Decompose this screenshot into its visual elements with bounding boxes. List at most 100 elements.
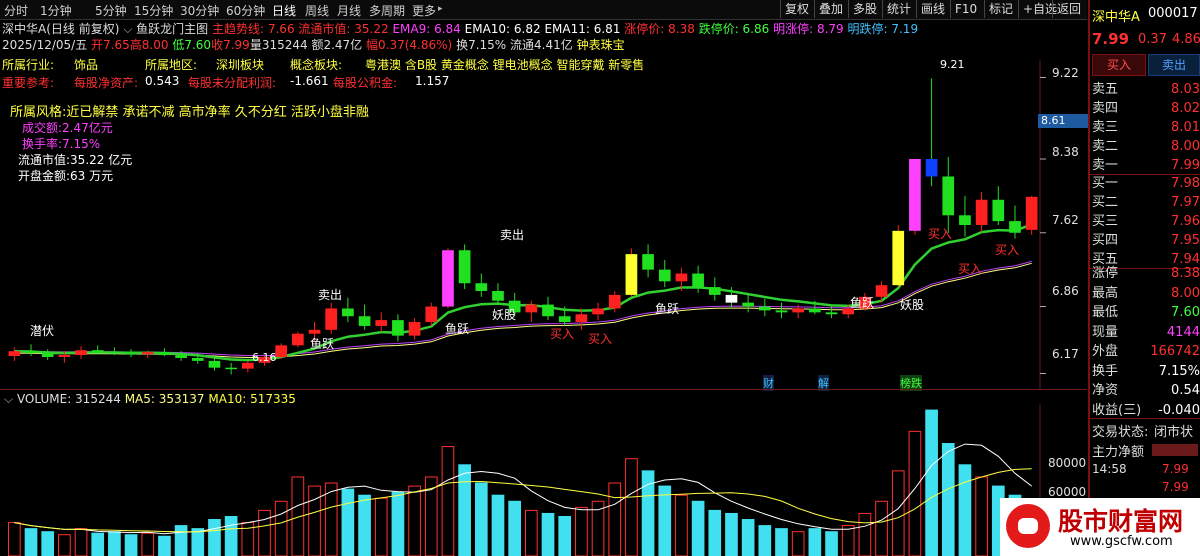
industry-value: 饰品: [74, 58, 99, 72]
ask-row[interactable]: 卖二 8.00: [1092, 137, 1200, 156]
candle-body: [141, 352, 154, 355]
fuquan-button[interactable]: 复权: [780, 0, 813, 18]
ask-row[interactable]: 卖四 8.02: [1092, 99, 1200, 118]
volume-bar: [308, 485, 321, 556]
candle-body: [608, 294, 621, 309]
volume-bar: [391, 491, 405, 556]
candle-body: [408, 322, 421, 336]
tab-15min[interactable]: 15分钟: [134, 2, 173, 19]
candle-body: [825, 312, 838, 315]
volume-bar: [758, 525, 772, 556]
volume-bar: [925, 409, 938, 556]
candle-body: [125, 353, 137, 355]
tab-more[interactable]: 更多: [412, 2, 436, 19]
f10-button[interactable]: F10: [950, 0, 981, 18]
volume-bar: [408, 485, 421, 556]
pane-divider[interactable]: [0, 389, 1087, 390]
ask-row[interactable]: 卖三 8.01: [1092, 118, 1200, 137]
volume-axis-label: 60000: [1048, 485, 1087, 499]
price-axis-label: 6.17: [1052, 347, 1079, 361]
stock-period-label: 深中华A(日线 前复权): [2, 22, 120, 36]
indicator-value: 7.66: [264, 22, 295, 36]
candle-body: [642, 254, 654, 270]
more-arrow-icon[interactable]: ▸: [438, 4, 443, 14]
bid-row[interactable]: 买四 7.95: [1092, 231, 1200, 250]
book-price: 7.96: [1171, 214, 1200, 229]
qianfu-label: 潜伏: [30, 324, 55, 338]
candle-body: [675, 273, 688, 282]
draw-line-button[interactable]: 画线: [916, 0, 949, 18]
indicator-dropdown-icon[interactable]: ⌵: [123, 22, 132, 36]
book-price: 7.99: [1171, 158, 1200, 173]
bid-row[interactable]: 买三 7.96: [1092, 212, 1200, 231]
bid-row[interactable]: 买一 7.98: [1092, 174, 1200, 193]
volume-bar: [625, 458, 638, 556]
stats-button[interactable]: 统计: [882, 0, 915, 18]
tab-1min[interactable]: 1分钟: [40, 2, 72, 19]
multi-stock-button[interactable]: 多股: [848, 0, 881, 18]
watermark-title: 股市财富网: [1058, 507, 1184, 536]
volume-chart[interactable]: [0, 404, 1087, 556]
volume-bar: [141, 532, 155, 556]
volume-bar: [441, 446, 455, 556]
concept-value: 粤港澳 含B股 黄金概念 锂电池概念 智能穿戴 新零售: [365, 58, 645, 72]
ref-label: 重要参考:: [2, 76, 55, 90]
bid-row[interactable]: 买二 7.97: [1092, 193, 1200, 212]
price-axis-label: 9.22: [1052, 66, 1079, 80]
sell-button[interactable]: 卖出: [1148, 54, 1200, 76]
net-flow-label: 主力净额: [1092, 445, 1145, 460]
quote-label: 净资: [1092, 383, 1119, 398]
volume-bar: [741, 519, 755, 556]
volume-bar: [474, 482, 488, 556]
tab-fenshi[interactable]: 分时: [4, 2, 28, 19]
candle-body: [575, 314, 588, 323]
buy-signal-label: 买入: [995, 243, 1020, 257]
indicator-name[interactable]: 鱼跃龙门主图: [136, 22, 208, 36]
tab-weekly[interactable]: 周线: [305, 2, 329, 19]
buy-signal-label: 买入: [588, 332, 613, 346]
bar-amount: 额2.47亿: [311, 38, 363, 52]
tab-monthly[interactable]: 月线: [337, 2, 361, 19]
quote-label: 最低: [1092, 305, 1119, 320]
tab-daily[interactable]: 日线: [272, 2, 296, 19]
volume-bar: [158, 535, 171, 556]
candle-body: [108, 352, 121, 354]
volume-bar: [508, 500, 521, 556]
volume-bar: [341, 488, 355, 556]
tab-60min[interactable]: 60分钟: [226, 2, 265, 19]
volume-bar: [858, 512, 872, 556]
volume-bar: [8, 522, 21, 556]
volume-bar: [841, 525, 855, 556]
ask-row[interactable]: 卖五 8.03: [1092, 80, 1200, 99]
indicator-value: 35.22: [350, 22, 389, 36]
tick-time: 14:58: [1092, 462, 1127, 476]
site-watermark: 股市财富网 www.gscfw.com: [1000, 498, 1200, 556]
volume-bar: [525, 509, 538, 556]
ask-row[interactable]: 卖一 7.99: [1092, 156, 1200, 175]
volume-ma5-line: [14, 443, 1033, 535]
indicator-value: 6.86: [738, 22, 770, 36]
tab-30min[interactable]: 30分钟: [180, 2, 219, 19]
mark-button[interactable]: 标记: [984, 0, 1017, 18]
volume-bar: [691, 500, 705, 556]
overlay-button[interactable]: 叠加: [814, 0, 847, 18]
book-label: 卖五: [1092, 82, 1119, 97]
buy-button[interactable]: 买入: [1092, 54, 1146, 76]
back-button[interactable]: 返回: [1052, 0, 1085, 18]
tab-multi-period[interactable]: 多周期: [369, 2, 405, 19]
watermark-url: www.gscfw.com: [1070, 534, 1173, 549]
indicator-label: EMA9:: [388, 22, 431, 36]
quote-row: 现量 4144: [1092, 323, 1200, 342]
buy-signal-label: 买入: [928, 227, 953, 241]
candle-body: [208, 360, 221, 368]
quote-row: 涨停 8.38: [1092, 264, 1200, 283]
volume-bar: [291, 476, 305, 556]
region-value: 深圳板块: [216, 58, 265, 72]
tab-5min[interactable]: 5分钟: [95, 2, 127, 19]
nav-label: 每股净资产:: [74, 76, 139, 90]
candle-body: [959, 215, 971, 225]
panel-divider: [1090, 418, 1200, 419]
candle-body: [375, 320, 388, 326]
volume-bar: [274, 500, 288, 556]
indicator-label: 跌停价:: [694, 22, 739, 36]
